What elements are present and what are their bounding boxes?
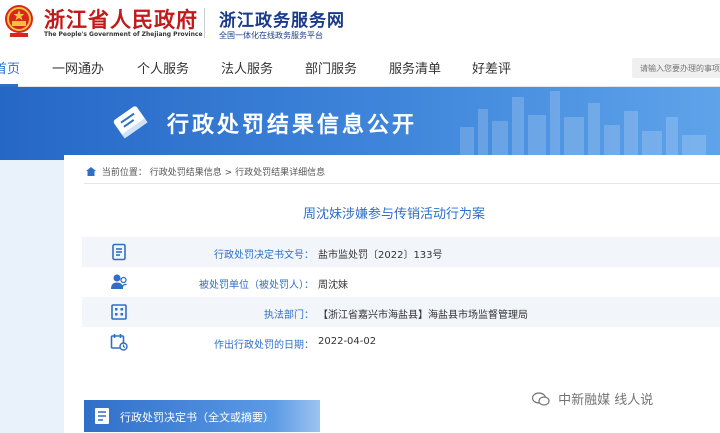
- nav-item-one-stop[interactable]: 一网通办: [52, 58, 104, 77]
- building-icon: [111, 304, 127, 320]
- page: 浙江省人民政府 The People's Government of Zheji…: [0, 0, 720, 433]
- page-banner: 行政处罚结果信息公开: [0, 87, 720, 160]
- row-value: 盐市监处罚〔2022〕133号: [318, 250, 443, 261]
- main-nav: 首页 一网通办 个人服务 法人服务 部门服务 服务清单 好差评: [0, 48, 720, 87]
- person-icon: [111, 274, 127, 290]
- decision-document-header[interactable]: 行政处罚决定书（全文或摘要）: [84, 400, 320, 432]
- info-row-document-number: 行政处罚决定书文号： 盐市监处罚〔2022〕133号: [82, 237, 720, 267]
- row-value: 【浙江省嘉兴市海盐县】海盐县市场监督管理局: [318, 310, 528, 321]
- decision-document-title: 行政处罚决定书（全文或摘要）: [120, 411, 274, 424]
- breadcrumb-item-detail[interactable]: 行政处罚结果详细信息: [235, 168, 325, 178]
- info-table: 行政处罚决定书文号： 盐市监处罚〔2022〕133号 被处罚单位（被处罚人）： …: [82, 237, 720, 357]
- info-row-penalized-party: 被处罚单位（被处罚人）： 周沈妹: [82, 267, 720, 297]
- nav-item-service-list[interactable]: 服务清单: [389, 58, 441, 77]
- breadcrumb-prefix: 当前位置：: [101, 168, 147, 178]
- nav-item-rating[interactable]: 好差评: [472, 58, 511, 77]
- service-name[interactable]: 浙江政务服务网: [219, 6, 345, 31]
- search-input[interactable]: [632, 58, 720, 78]
- row-label: 执法部门：: [264, 310, 314, 321]
- row-label: 作出行政处罚的日期：: [214, 340, 314, 351]
- site-header: 浙江省人民政府 The People's Government of Zheji…: [0, 0, 720, 48]
- book-icon: [113, 106, 148, 139]
- nav-item-department[interactable]: 部门服务: [305, 58, 357, 77]
- breadcrumb: 当前位置： 行政处罚结果信息 > 行政处罚结果详细信息: [86, 165, 325, 178]
- wechat-icon: [532, 392, 550, 406]
- nav-item-corporate[interactable]: 法人服务: [221, 58, 273, 77]
- row-label: 被处罚单位（被处罚人）：: [199, 280, 314, 291]
- header-divider: [204, 8, 205, 38]
- file-icon: [95, 408, 109, 424]
- info-row-penalty-date: 作出行政处罚的日期： 2022-04-02: [82, 327, 720, 357]
- nav-item-personal[interactable]: 个人服务: [137, 58, 189, 77]
- row-value: 周沈妹: [318, 280, 348, 291]
- watermark: 中新融媒 线人说: [532, 389, 653, 408]
- watermark-text: 中新融媒 线人说: [558, 393, 654, 408]
- home-icon: [86, 167, 96, 176]
- row-label: 行政处罚决定书文号：: [214, 250, 314, 261]
- city-skyline-graphic: [460, 91, 706, 160]
- case-title: 周沈妹涉嫌参与传销活动行为案: [302, 207, 485, 222]
- site-name[interactable]: 浙江省人民政府: [44, 4, 198, 34]
- calendar-icon: [110, 334, 128, 351]
- service-subtitle: 全国一体化在线政务服务平台: [219, 31, 323, 40]
- info-row-enforcement-dept: 执法部门： 【浙江省嘉兴市海盐县】海盐县市场监督管理局: [82, 297, 720, 327]
- document-number-icon: [112, 243, 126, 261]
- banner-title: 行政处罚结果信息公开: [167, 113, 418, 138]
- breadcrumb-divider: [84, 183, 720, 184]
- row-value: 2022-04-02: [318, 336, 377, 347]
- breadcrumb-item-list[interactable]: 行政处罚结果信息: [150, 168, 222, 178]
- nav-item-home[interactable]: 首页: [0, 58, 20, 77]
- breadcrumb-separator: >: [224, 168, 233, 178]
- site-name-en: The People's Government of Zhejiang Prov…: [44, 31, 203, 38]
- national-emblem-icon: [5, 5, 33, 37]
